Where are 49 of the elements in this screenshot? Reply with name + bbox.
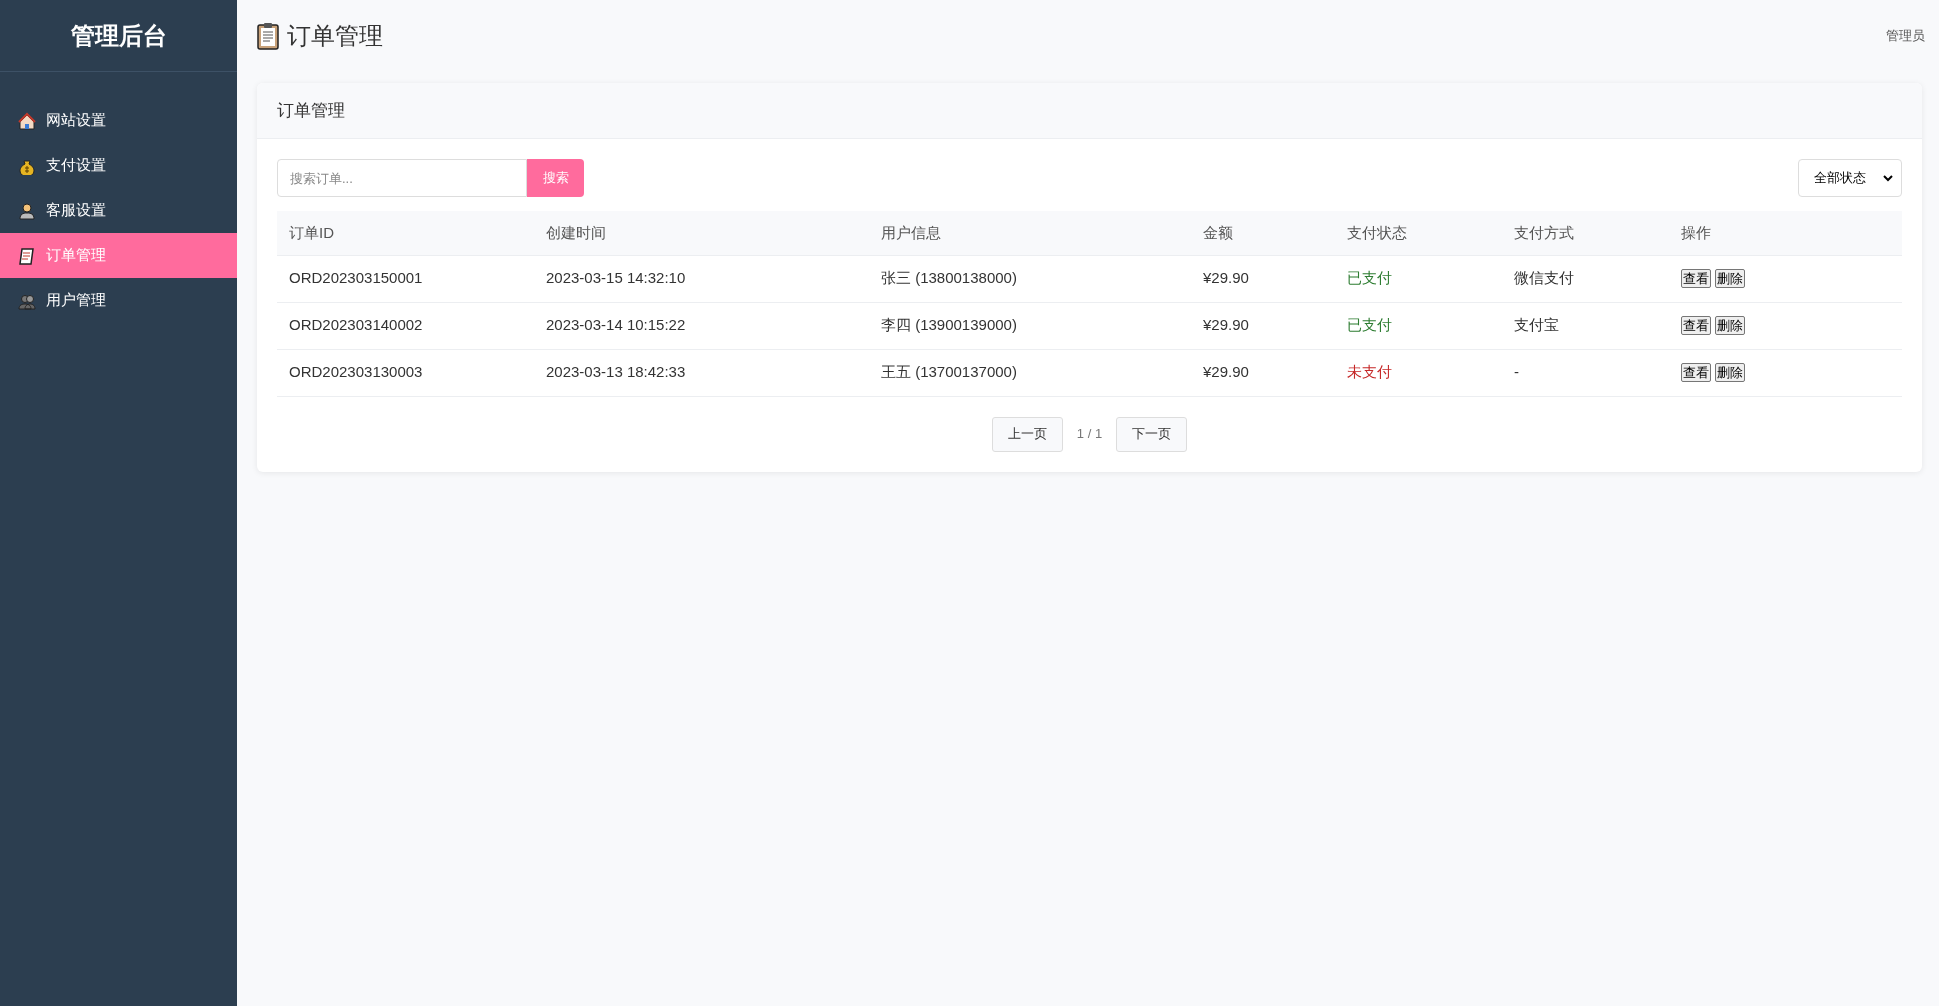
amount-cell: ¥29.90 — [1191, 349, 1335, 396]
created-time-cell: 2023-03-15 14:32:10 — [534, 255, 869, 302]
page-title: 订单管理 — [287, 21, 383, 51]
user-info-cell: 张三 (13800138000) — [869, 255, 1191, 302]
status-filter-dropdown[interactable]: 全部状态 — [1798, 159, 1902, 197]
column-header: 支付状态 — [1335, 211, 1502, 255]
sidebar-title: 管理后台 — [70, 20, 167, 51]
previous-page-button[interactable]: 上一页 — [991, 416, 1063, 452]
delete-button[interactable]: 删除 — [1715, 363, 1745, 382]
order-id-cell: ORD202303130003 — [277, 349, 534, 396]
created-time-cell: 2023-03-13 18:42:33 — [534, 349, 869, 396]
column-header: 金额 — [1191, 211, 1335, 255]
view-button[interactable]: 查看 — [1681, 269, 1711, 288]
created-time-cell: 2023-03-14 10:15:22 — [534, 302, 869, 349]
next-page-button[interactable]: 下一页 — [1116, 416, 1188, 452]
delete-button[interactable]: 删除 — [1715, 269, 1745, 288]
person-icon — [18, 201, 36, 220]
card-title: 订单管理 — [277, 99, 345, 122]
sidebar-item[interactable]: 支付设置 — [0, 143, 237, 188]
payment-method-cell: - — [1502, 349, 1669, 396]
sidebar-item[interactable]: 网站设置 — [0, 98, 237, 143]
payment-method-cell: 微信支付 — [1502, 255, 1669, 302]
view-button[interactable]: 查看 — [1681, 363, 1711, 382]
user-name: 管理员 — [1886, 27, 1925, 46]
user-info-cell: 李四 (13900139000) — [869, 302, 1191, 349]
payment-status-cell: 已支付 — [1335, 302, 1502, 349]
payment-status-cell: 已支付 — [1335, 255, 1502, 302]
amount-cell: ¥29.90 — [1191, 255, 1335, 302]
search-field[interactable]: 搜索订单... — [277, 159, 527, 197]
delete-button[interactable]: 删除 — [1715, 316, 1745, 335]
clipboard-icon — [257, 22, 279, 50]
chevron-down-icon — [1883, 174, 1893, 182]
column-header: 用户信息 — [869, 211, 1191, 255]
order-id-cell: ORD202303150001 — [277, 255, 534, 302]
sidebar-item[interactable]: 客服设置 — [0, 188, 237, 233]
column-header: 订单ID — [277, 211, 534, 255]
column-header: 操作 — [1669, 211, 1902, 255]
column-header: 支付方式 — [1502, 211, 1669, 255]
view-button[interactable]: 查看 — [1681, 316, 1711, 335]
page-indicator: 1 / 1 — [1076, 425, 1103, 444]
payment-status-cell: 未支付 — [1335, 349, 1502, 396]
house-icon — [18, 111, 36, 130]
sidebar-item[interactable]: 用户管理 — [0, 278, 237, 323]
column-header: 创建时间 — [534, 211, 869, 255]
amount-cell: ¥29.90 — [1191, 302, 1335, 349]
memo-icon — [18, 246, 36, 265]
order-id-cell: ORD202303140002 — [277, 302, 534, 349]
user-info-cell: 王五 (13700137000) — [869, 349, 1191, 396]
payment-method-cell: 支付宝 — [1502, 302, 1669, 349]
